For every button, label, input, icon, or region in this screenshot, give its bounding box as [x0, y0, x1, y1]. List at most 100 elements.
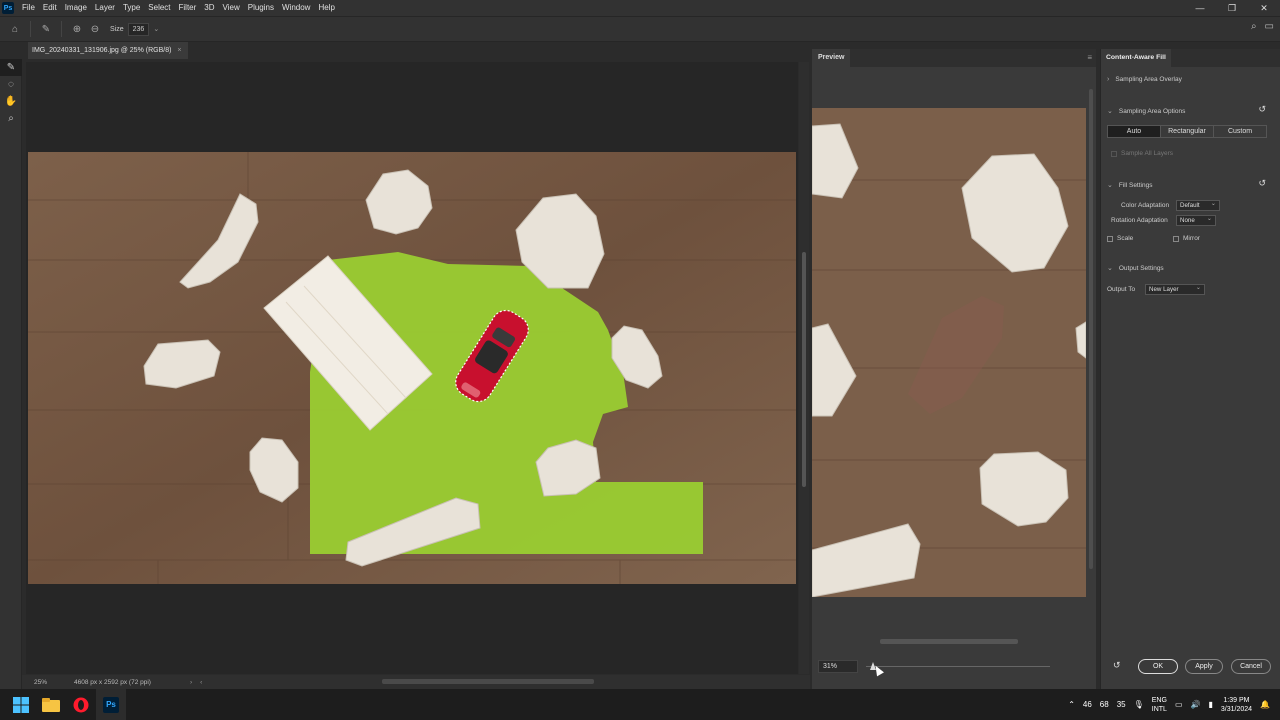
- menu-layer[interactable]: Layer: [91, 0, 119, 16]
- menu-file[interactable]: File: [18, 0, 39, 16]
- chevron-up-icon[interactable]: ⌃: [1068, 700, 1075, 709]
- rotation-adaptation-row: Rotation Adaptation None: [1111, 214, 1216, 226]
- sampling-brush-tool-icon[interactable]: ✎: [0, 59, 22, 76]
- cancel-button[interactable]: Cancel: [1231, 659, 1271, 674]
- photoshop-taskbar-icon[interactable]: Ps: [96, 689, 126, 720]
- preview-tab-bar: Preview ≡: [812, 49, 1096, 67]
- reset-fill-settings-icon[interactable]: ↺: [1258, 178, 1266, 189]
- menu-window[interactable]: Window: [278, 0, 314, 16]
- rotation-adaptation-select[interactable]: None: [1176, 214, 1216, 226]
- chevron-down-icon[interactable]: ⌄: [153, 25, 159, 33]
- chevron-down-icon[interactable]: ⌄: [1107, 181, 1113, 189]
- mirror-label: Mirror: [1183, 235, 1200, 242]
- apply-button[interactable]: Apply: [1185, 659, 1223, 674]
- clock-date: 3/31/2024: [1220, 705, 1253, 713]
- tray-value: 35: [1116, 700, 1126, 709]
- canvas-horizontal-scrollbar[interactable]: [382, 679, 594, 684]
- document-canvas[interactable]: [26, 62, 798, 674]
- zoom-tool-icon[interactable]: ⌕: [0, 110, 22, 127]
- preview-zoom-input[interactable]: 31%: [818, 660, 858, 673]
- divider: [30, 21, 31, 37]
- network-icon[interactable]: ▭: [1175, 700, 1183, 709]
- scale-checkbox[interactable]: [1107, 235, 1113, 242]
- sample-all-layers-checkbox[interactable]: [1111, 150, 1117, 157]
- color-adaptation-label: Color Adaptation: [1121, 202, 1170, 209]
- menu-view[interactable]: View: [219, 0, 244, 16]
- minimize-button[interactable]: —: [1184, 0, 1216, 16]
- menu-plugins[interactable]: Plugins: [244, 0, 278, 16]
- brush-size-input[interactable]: 236: [127, 22, 150, 36]
- tray-value: 46: [1082, 700, 1092, 709]
- canvas-vertical-scrollbar[interactable]: [799, 62, 809, 674]
- subtract-from-selection-icon[interactable]: ⊖: [86, 20, 104, 38]
- scroll-thumb[interactable]: [802, 252, 806, 487]
- section-label: Fill Settings: [1118, 181, 1153, 189]
- menu-help[interactable]: Help: [314, 0, 338, 16]
- document-title: IMG_20240331_131906.jpg @ 25% (RGB/8): [32, 47, 172, 54]
- preview-zoom-slider[interactable]: [866, 666, 1050, 667]
- sample-all-layers-label: Sample All Layers: [1121, 150, 1174, 157]
- divider: [61, 21, 62, 37]
- photoshop-logo: Ps: [2, 2, 14, 14]
- section-fill-settings[interactable]: ⌄ Fill Settings: [1107, 181, 1153, 190]
- close-window-button[interactable]: ✕: [1248, 0, 1280, 16]
- menu-filter[interactable]: Filter: [175, 0, 201, 16]
- document-tab[interactable]: IMG_20240331_131906.jpg @ 25% (RGB/8) ×: [28, 42, 188, 59]
- lasso-tool-icon[interactable]: ◌: [0, 76, 22, 93]
- reset-sampling-icon[interactable]: ↺: [1258, 104, 1266, 115]
- menu-image[interactable]: Image: [61, 0, 91, 16]
- scroll-thumb[interactable]: [880, 639, 1018, 644]
- section-sampling-options[interactable]: ⌄ Sampling Area Options: [1107, 107, 1185, 116]
- chevron-down-icon[interactable]: ⌄: [1107, 264, 1113, 272]
- home-icon[interactable]: ⌂: [6, 20, 24, 38]
- file-explorer-icon[interactable]: [36, 689, 66, 720]
- document-zoom[interactable]: 25%: [22, 679, 62, 686]
- mode-rectangular[interactable]: Rectangular: [1160, 126, 1213, 137]
- scale-row: Scale: [1107, 235, 1133, 242]
- output-to-label: Output To: [1107, 286, 1136, 293]
- sampling-brush-icon[interactable]: ✎: [37, 20, 55, 38]
- menu-type[interactable]: Type: [119, 0, 144, 16]
- clock[interactable]: 1:39 PM 3/31/2024: [1221, 696, 1252, 714]
- microphone-icon[interactable]: 🎙: [1134, 700, 1144, 709]
- search-icon[interactable]: ⌕: [1251, 21, 1257, 32]
- panel-tab-bar: Content-Aware Fill: [1101, 49, 1280, 67]
- section-label: Output Settings: [1118, 264, 1164, 272]
- reset-all-icon[interactable]: ↺: [1113, 660, 1121, 671]
- close-tab-icon[interactable]: ×: [177, 47, 181, 54]
- maximize-button[interactable]: ❐: [1216, 0, 1248, 16]
- preview-vertical-scrollbar[interactable]: [1086, 69, 1096, 647]
- panel-menu-icon[interactable]: ≡: [1087, 53, 1092, 62]
- menu-edit[interactable]: Edit: [39, 0, 61, 16]
- opera-browser-icon[interactable]: [66, 689, 96, 720]
- hand-tool-icon[interactable]: ✋: [0, 93, 22, 110]
- chevron-right-icon[interactable]: ›: [1107, 76, 1109, 83]
- menu-select[interactable]: Select: [144, 0, 174, 16]
- section-sampling-overlay[interactable]: › Sampling Area Overlay: [1107, 76, 1182, 83]
- language-indicator[interactable]: ENG INTL: [1152, 696, 1167, 714]
- preview-title[interactable]: Preview: [812, 49, 851, 67]
- battery-icon[interactable]: ▮: [1208, 700, 1212, 709]
- mode-auto[interactable]: Auto: [1108, 126, 1160, 137]
- menu-3d[interactable]: 3D: [200, 0, 218, 16]
- windows-start-icon[interactable]: [6, 689, 36, 720]
- ok-button[interactable]: OK: [1138, 659, 1178, 674]
- mode-custom[interactable]: Custom: [1213, 126, 1266, 137]
- workspace-icon[interactable]: ▭: [1265, 21, 1274, 32]
- color-adaptation-select[interactable]: Default: [1176, 199, 1220, 211]
- output-to-select[interactable]: New Layer: [1145, 283, 1205, 295]
- preview-horizontal-scrollbar[interactable]: [812, 637, 1086, 645]
- chevron-right-icon[interactable]: ›: [190, 679, 192, 686]
- chevron-left-icon[interactable]: ‹: [200, 679, 202, 686]
- section-output-settings[interactable]: ⌄ Output Settings: [1107, 264, 1164, 273]
- panel-title[interactable]: Content-Aware Fill: [1101, 49, 1171, 67]
- notification-bell-icon[interactable]: 🔔: [1260, 700, 1270, 709]
- scale-label: Scale: [1117, 235, 1134, 242]
- scroll-thumb[interactable]: [1089, 89, 1093, 569]
- mirror-checkbox[interactable]: [1173, 235, 1179, 242]
- volume-icon[interactable]: 🔊: [1191, 700, 1201, 709]
- chevron-down-icon[interactable]: ⌄: [1107, 107, 1113, 115]
- add-to-selection-icon[interactable]: ⊕: [68, 20, 86, 38]
- panel-buttons: ↺ OK Apply Cancel: [1101, 659, 1280, 675]
- clock-time: 1:39 PM: [1223, 696, 1250, 704]
